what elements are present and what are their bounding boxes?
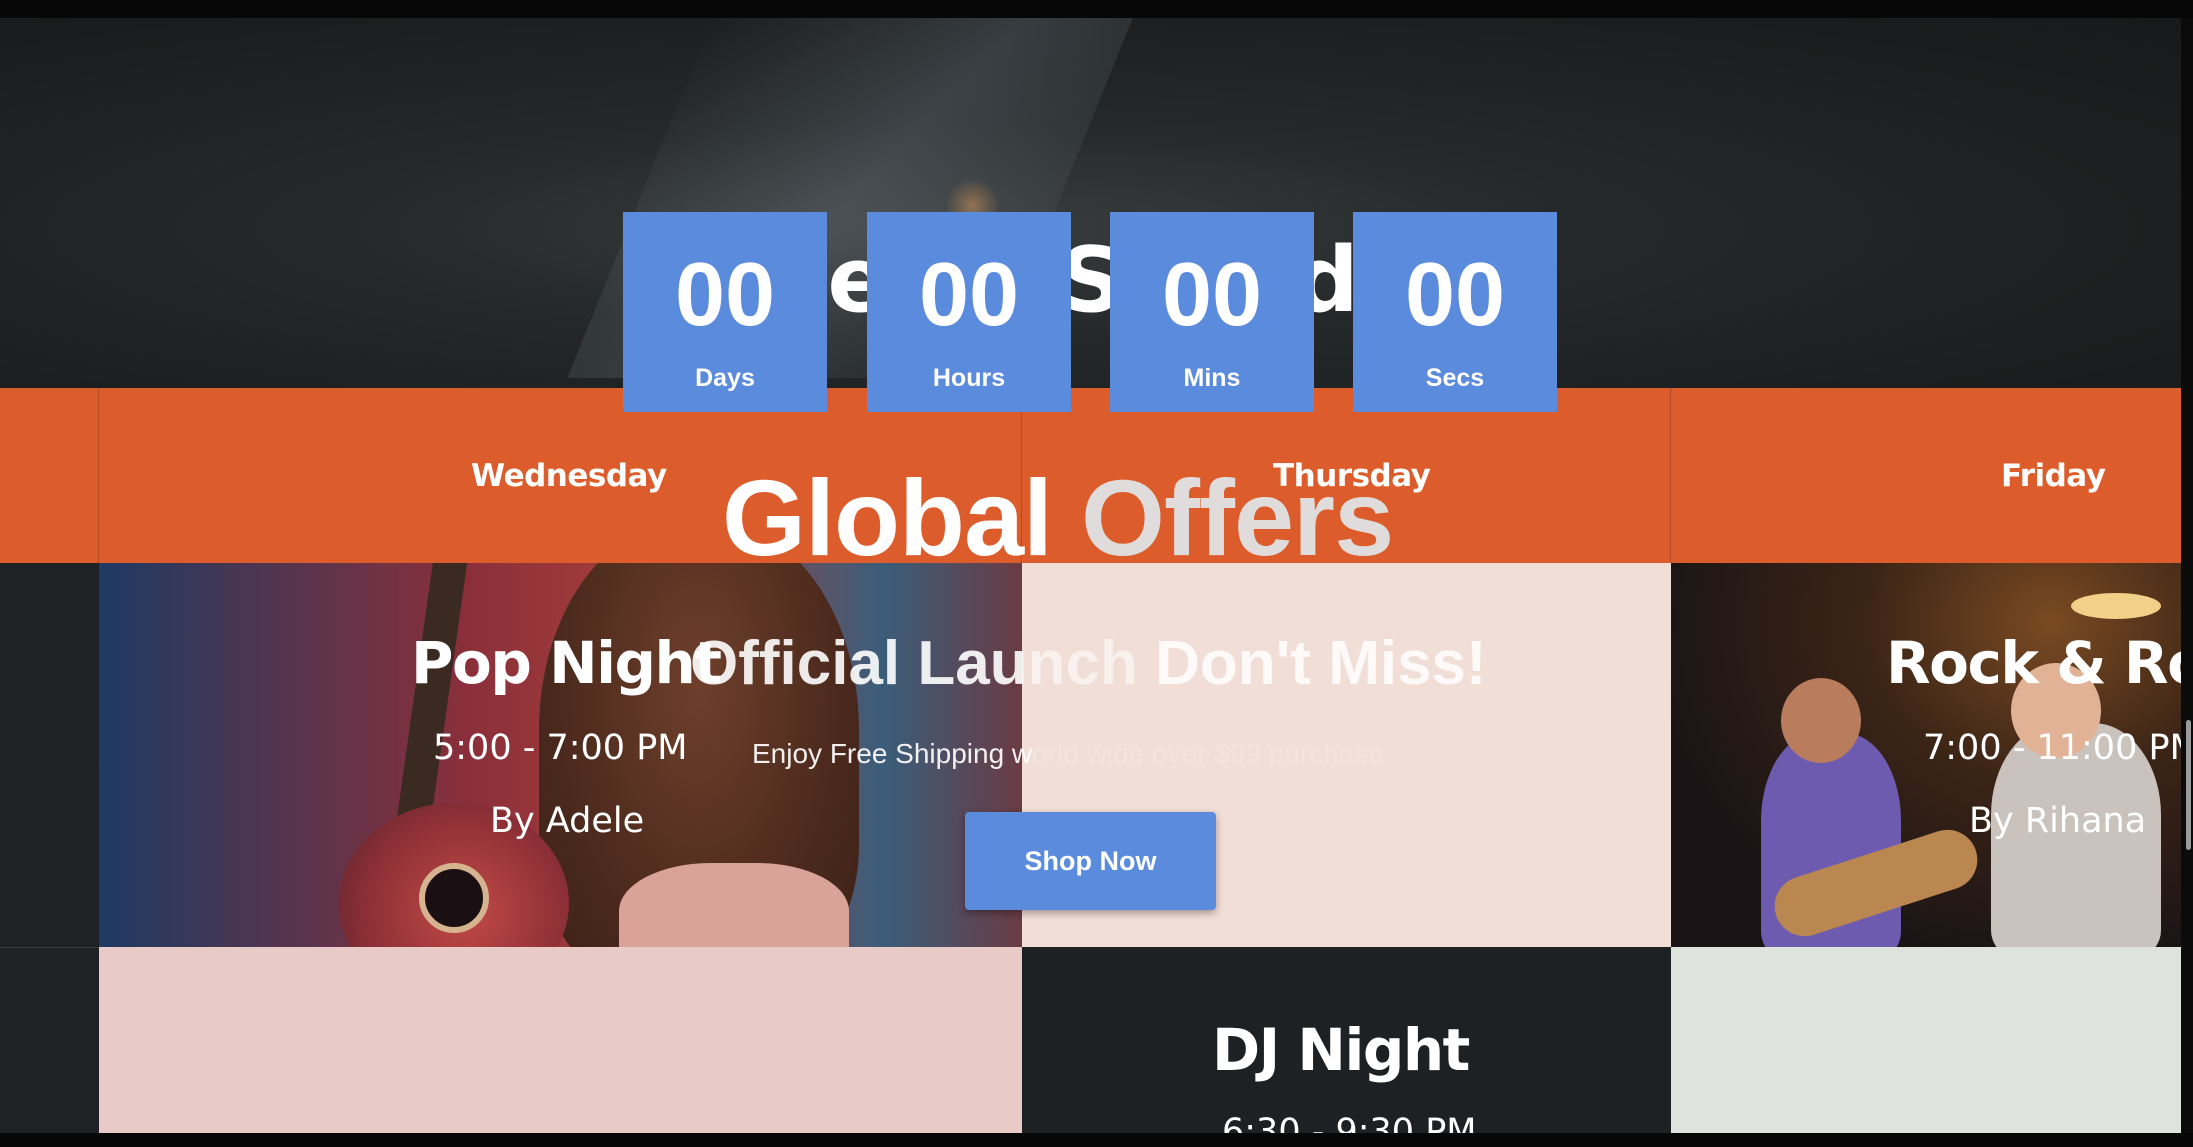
scrollbar-thumb[interactable] — [2186, 720, 2191, 850]
shop-now-button[interactable]: Shop Now — [965, 812, 1216, 910]
guitar-soundhole — [419, 863, 489, 933]
countdown-label: Hours — [932, 364, 1006, 392]
countdown-hours: 00 Hours — [867, 212, 1071, 412]
countdown-value: 00 — [674, 245, 776, 345]
day-header-friday: Friday — [1671, 388, 2181, 563]
countdown-mins: 00 Mins — [1110, 212, 1314, 412]
countdown-label: Days — [695, 364, 755, 392]
schedule-gutter-cell — [0, 563, 99, 947]
day-label: Wednesday — [471, 458, 667, 494]
day-label: Friday — [2001, 458, 2106, 494]
singer-dress — [619, 863, 849, 947]
hero-title: Weekly Schedule — [674, 228, 1509, 333]
offer-title: Global Offers — [722, 455, 1394, 580]
offer-description-part: orld wide over $99 purchase — [1032, 738, 1384, 769]
hero-banner: Weekly Schedule — [0, 18, 2181, 388]
offer-subtitle-part: Official Lau — [690, 629, 1028, 698]
countdown-days: 00 Days — [623, 212, 827, 412]
event-card-dj-night[interactable]: DJ Night 6:30 - 9:30 PM — [1022, 947, 1671, 1133]
guitar-neck — [393, 563, 469, 844]
event-card-rock-and-roll[interactable]: Rock & Roll 7:00 - 11:00 PM By Rihana — [1671, 563, 2181, 947]
bottom-edge — [0, 1133, 2193, 1147]
offer-description: Enjoy Free Shipping world wide over $99 … — [752, 738, 1384, 770]
top-edge — [0, 0, 2193, 18]
ceiling-lamp — [2071, 593, 2161, 619]
event-time: 7:00 - 11:00 PM — [1923, 728, 2181, 768]
offer-subtitle-part: nch — [1027, 629, 1138, 698]
window-edge — [2181, 18, 2193, 1133]
offer-subtitle-part: Don't Miss! — [1137, 629, 1487, 698]
countdown-value: 00 — [918, 245, 1020, 345]
event-title: DJ Night — [1212, 1016, 1470, 1084]
schedule-gutter-cell — [0, 947, 99, 1133]
countdown-label: Secs — [1425, 364, 1485, 392]
offer-description-part: Enjoy Free Shipping w — [752, 738, 1033, 769]
event-title: Pop Night — [411, 629, 722, 697]
event-card-empty — [1671, 947, 2181, 1133]
offer-title-part: Offers — [1081, 457, 1394, 578]
offer-subtitle: Official Launch Don't Miss! — [690, 628, 1487, 699]
offer-title-part: Global — [722, 457, 1053, 578]
event-artist: By Adele — [490, 801, 645, 841]
guitarist-head — [1781, 678, 1861, 763]
event-title: Rock & Roll — [1886, 629, 2181, 697]
event-artist: By Rihana — [1969, 801, 2147, 841]
countdown-label: Mins — [1183, 364, 1241, 392]
day-header-spacer — [0, 388, 99, 563]
event-time: 6:30 - 9:30 PM — [1222, 1112, 1477, 1133]
countdown-value: 00 — [1404, 245, 1506, 345]
countdown-value: 00 — [1161, 245, 1263, 345]
event-card-empty — [99, 947, 1022, 1133]
countdown-secs: 00 Secs — [1353, 212, 1557, 412]
event-time: 5:00 - 7:00 PM — [433, 728, 688, 768]
